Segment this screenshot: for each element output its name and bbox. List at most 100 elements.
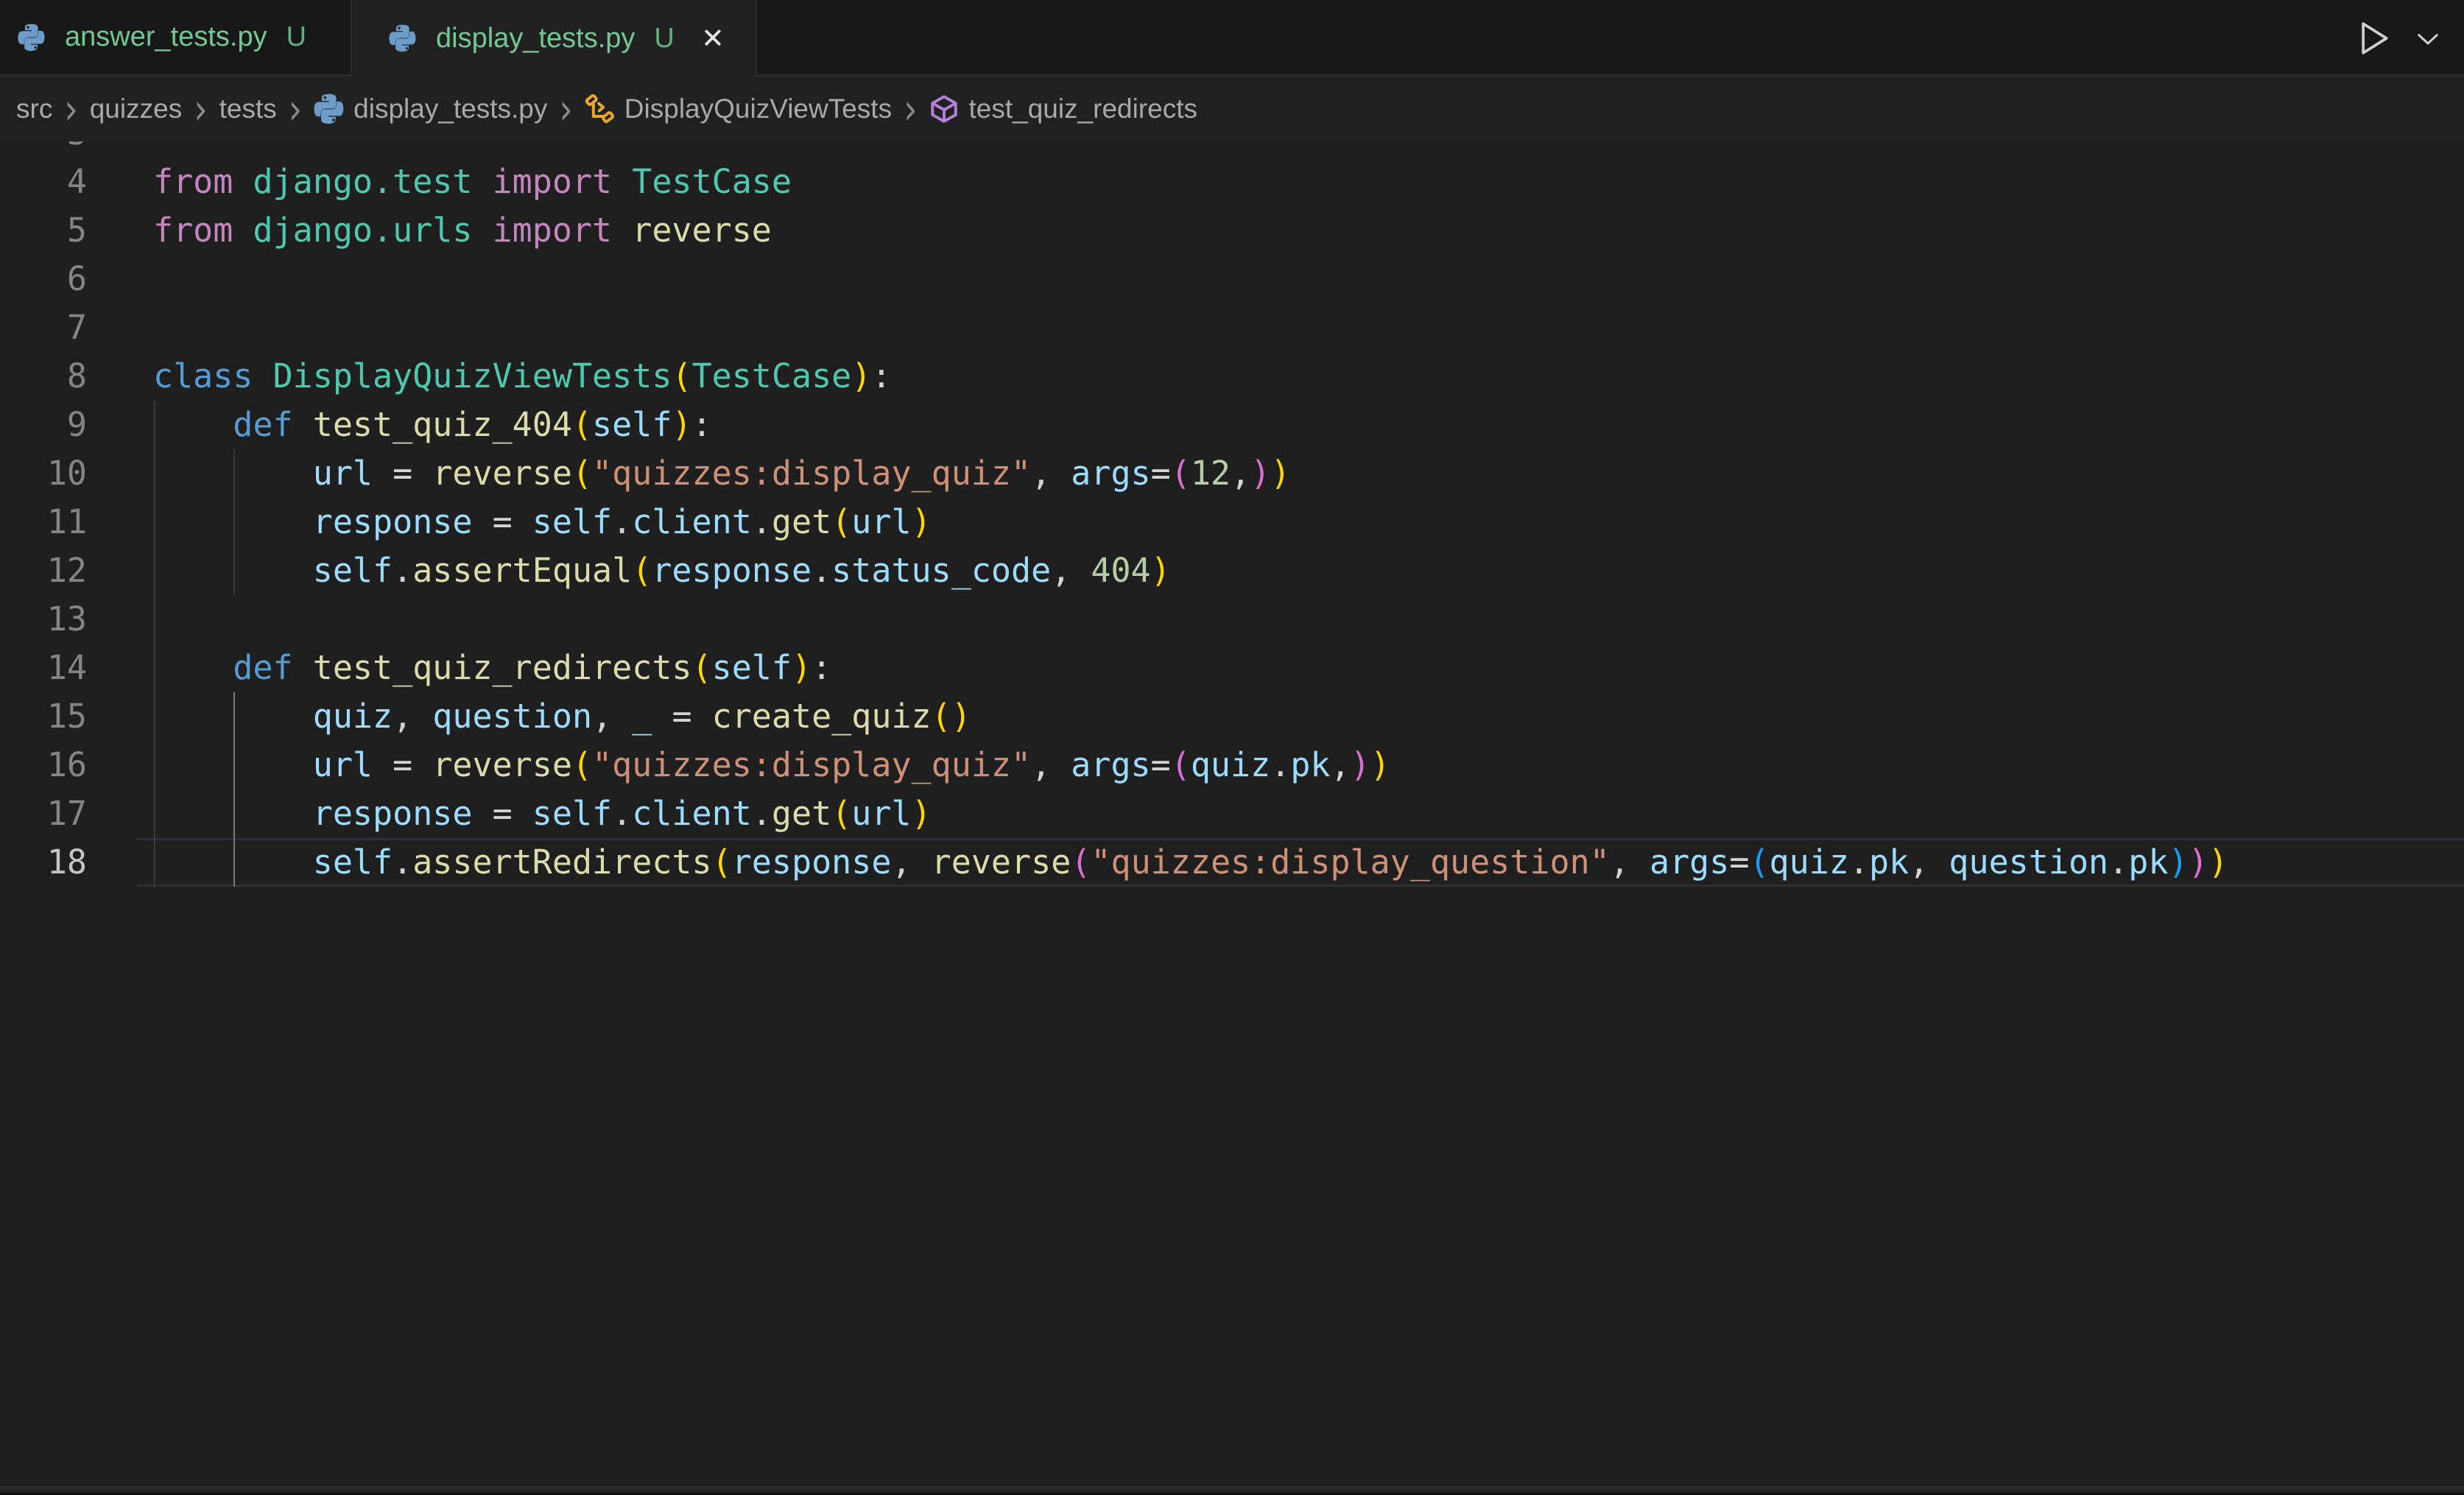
token-pl: = [1729, 843, 1749, 882]
code-line-17[interactable]: 17 response = self.client.get(url) [0, 789, 2464, 838]
token-pl: = [493, 794, 513, 833]
line-number: 17 [0, 789, 87, 838]
code-line-14[interactable]: 14 def test_quiz_redirects(self): [0, 644, 2464, 692]
chevron-right-separator: › [904, 68, 917, 150]
run-python-file-button[interactable] [2352, 18, 2393, 59]
token-b1: ) [912, 502, 932, 541]
token-var: args [1071, 745, 1150, 784]
breadcrumb-item-display-tests-py[interactable]: display_tests.py [314, 94, 547, 124]
indent-guide [154, 401, 155, 449]
token-pl: . [812, 551, 831, 590]
breadcrumb-item-displayquizviewtests[interactable]: DisplayQuizViewTests [585, 94, 892, 124]
code-line-6[interactable]: 6 [0, 255, 2464, 303]
token-fn: test_quiz_404 [313, 405, 572, 444]
token-pl: . [393, 843, 412, 882]
token-pl: . [1270, 745, 1290, 784]
token-pl: , [1031, 745, 1051, 784]
code-line-12[interactable]: 12 self.assertEqual(response.status_code… [0, 546, 2464, 595]
close-icon[interactable]: ✕ [697, 22, 729, 54]
code-line-11[interactable]: 11 response = self.client.get(url) [0, 498, 2464, 546]
token-var: url [313, 454, 373, 493]
indent-guide [154, 449, 155, 498]
token-b2: ( [1071, 843, 1091, 882]
token-pl: , [1331, 745, 1351, 784]
token-var: quiz [313, 697, 393, 736]
code-line-4[interactable]: 4from django.test import TestCase [0, 158, 2464, 206]
tab-answer-tests-py[interactable]: answer_tests.pyU [0, 0, 352, 77]
token-b1: ) [951, 697, 971, 736]
code-line-8[interactable]: 8class DisplayQuizViewTests(TestCase): [0, 352, 2464, 401]
token-var: self [712, 648, 792, 687]
token-ws [692, 697, 712, 736]
indent-guide [154, 498, 155, 546]
indent-guide [154, 789, 155, 838]
token-ws [293, 648, 313, 687]
token-ws [472, 162, 492, 201]
code-line-16[interactable]: 16 url = reverse("quizzes:display_quiz",… [0, 741, 2464, 789]
tab-list: answer_tests.pyU display_tests.pyU✕ [0, 0, 757, 77]
breadcrumb-item-test-quiz-redirects[interactable]: test_quiz_redirects [929, 94, 1197, 124]
code-line-10[interactable]: 10 url = reverse("quizzes:display_quiz",… [0, 449, 2464, 498]
token-ws [1051, 745, 1071, 784]
token-type: TestCase [632, 162, 792, 201]
breadcrumb-item-tests[interactable]: tests [219, 94, 277, 124]
breadcrumb-item-src[interactable]: src [16, 94, 52, 124]
token-pl: , [592, 697, 612, 736]
token-b1: ) [1270, 454, 1290, 493]
code-line-13[interactable]: 13 [0, 595, 2464, 644]
indent-guide [154, 838, 155, 887]
token-ws [233, 211, 253, 250]
token-var: quiz [1191, 745, 1270, 784]
indent-guide [154, 692, 155, 741]
vscode-window: answer_tests.pyU display_tests.pyU✕ src ›… [0, 0, 2464, 1495]
token-pl: = [1151, 745, 1171, 784]
token-b1: ( [692, 648, 712, 687]
line-content: from django.test import TestCase [87, 162, 792, 201]
breadcrumb-item-quizzes[interactable]: quizzes [90, 94, 182, 124]
token-ws [473, 794, 493, 833]
token-kwc: from [153, 211, 233, 250]
token-fn: assertRedirects [412, 843, 711, 882]
chevron-right-separator: › [289, 68, 302, 150]
token-fn: reverse [432, 454, 572, 493]
token-fn: get [772, 794, 831, 833]
run-options-button[interactable] [2412, 23, 2443, 54]
token-var: self [313, 551, 393, 590]
token-ws [1929, 843, 1949, 882]
token-var: question [432, 697, 592, 736]
token-b2: ) [1250, 454, 1270, 493]
token-b1: ( [672, 356, 691, 395]
token-kwc: from [153, 162, 233, 201]
play-outline-icon [2352, 18, 2393, 59]
token-type: django.urls [253, 211, 472, 250]
line-number: 5 [0, 206, 87, 255]
token-ws [412, 745, 432, 784]
token-b1: ) [912, 794, 932, 833]
code-line-9[interactable]: 9 def test_quiz_404(self): [0, 401, 2464, 449]
code-line-15[interactable]: 15 quiz, question, _ = create_quiz() [0, 692, 2464, 741]
token-pl: : [871, 356, 891, 395]
token-b1: ) [672, 405, 691, 444]
token-ws [153, 405, 233, 444]
token-kwc: import [493, 162, 613, 201]
token-b1: ( [831, 794, 851, 833]
token-var: _ [632, 697, 652, 736]
token-pl: , [1051, 551, 1071, 590]
code-editor[interactable]: 34from django.test import TestCase5from … [0, 141, 2464, 1486]
token-var: args [1650, 843, 1729, 882]
tab-display-tests-py[interactable]: display_tests.pyU✕ [352, 0, 757, 77]
token-b3: ) [2168, 843, 2188, 882]
breadcrumb-label: test_quiz_redirects [968, 94, 1197, 124]
token-var: client [632, 794, 752, 833]
token-b1: ( [932, 697, 951, 736]
breadcrumb-label: tests [219, 94, 277, 124]
code-line-7[interactable]: 7 [0, 303, 2464, 352]
code-line-5[interactable]: 5from django.urls import reverse [0, 206, 2464, 255]
token-b2: ) [1351, 745, 1370, 784]
token-pl: , [1610, 843, 1630, 882]
token-ws [412, 454, 432, 493]
code-line-3[interactable]: 3 [0, 141, 2464, 158]
token-pl: , [1909, 843, 1929, 882]
editor-actions [2352, 0, 2443, 77]
code-line-18[interactable]: 18 self.assertRedirects(response, revers… [0, 838, 2464, 887]
